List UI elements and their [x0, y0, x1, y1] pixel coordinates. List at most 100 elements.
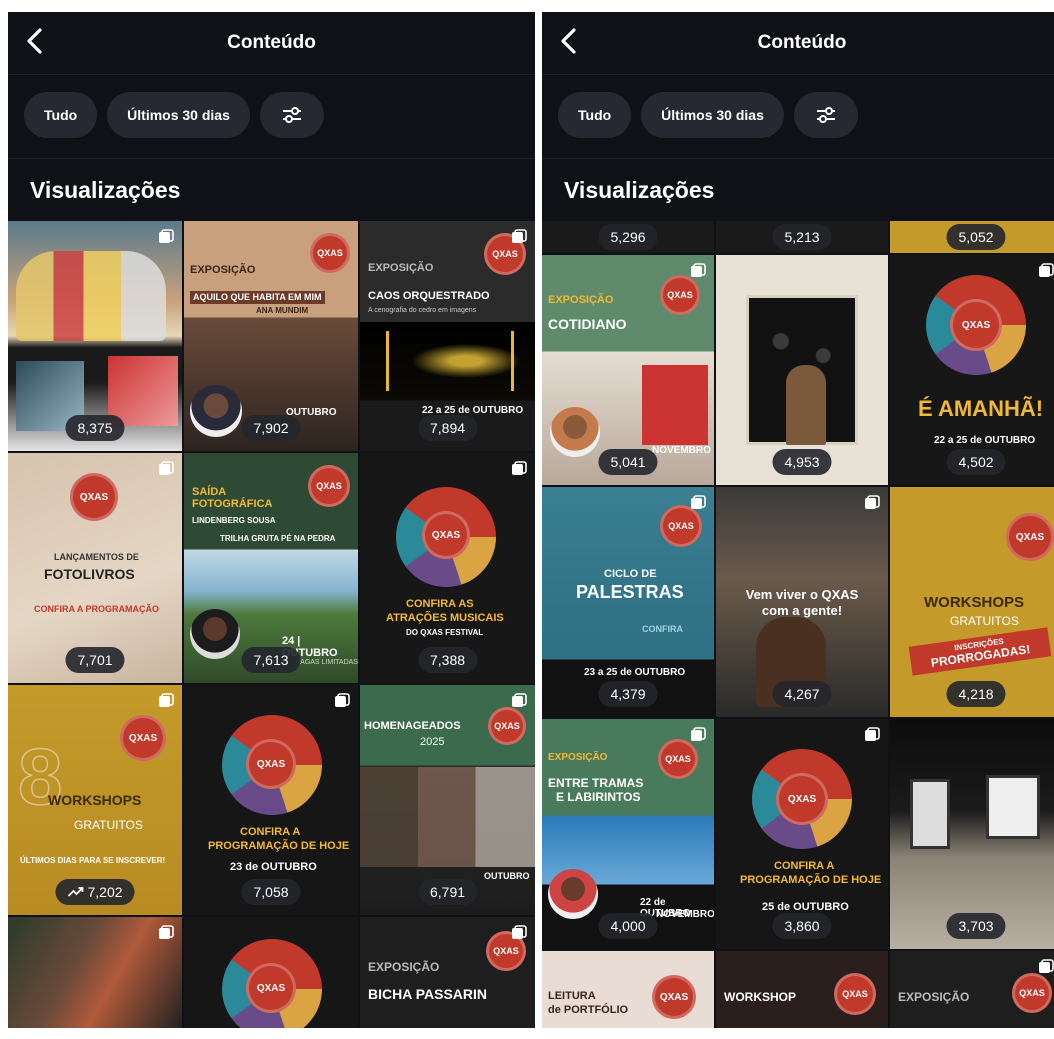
- tile-heading: ATRAÇÕES MUSICAIS: [386, 612, 504, 624]
- grid-tile[interactable]: QXAS: [184, 917, 358, 1028]
- grid-tile[interactable]: QXAS WORKSHOPS GRATUITOS INSCRIÇÕES PROR…: [890, 487, 1054, 717]
- tile-heading: Vem viver o QXAS com a gente!: [716, 587, 888, 618]
- tile-heading: 2025: [420, 736, 445, 748]
- tile-heading: EXPOSIÇÃO: [190, 264, 256, 276]
- view-count-badge: 5,041: [598, 449, 658, 475]
- grid-tile[interactable]: EXPOSIÇÃO AQUILO QUE HABITA EM MIM ANA M…: [184, 221, 358, 451]
- filter-range-chip[interactable]: Últimos 30 dias: [641, 92, 784, 138]
- tile-subheading: ANA MUNDIM: [256, 306, 309, 315]
- grid-tile[interactable]: QXAS É AMANHÃ! 22 a 25 de OUTUBRO 4,502: [890, 255, 1054, 485]
- view-count-badge: 4,000: [598, 913, 658, 939]
- tile-image: [786, 365, 826, 445]
- carousel-icon: [690, 495, 706, 511]
- grid-tile[interactable]: LEITURA de PORTFÓLIO QXAS: [542, 951, 714, 1028]
- grid-tile[interactable]: QXAS CONFIRA A PROGRAMAÇÃO DE HOJE 25 de…: [716, 719, 888, 949]
- qxas-logo: QXAS: [652, 975, 696, 1019]
- view-count-badge: 7,902: [241, 415, 301, 441]
- grid-tile[interactable]: 5,052: [890, 221, 1054, 253]
- view-count-badge: 5,052: [946, 224, 1006, 250]
- grid-tile[interactable]: Vem viver o QXAS com a gente! 4,267: [716, 487, 888, 717]
- tile-heading: COTIDIANO: [548, 316, 627, 332]
- grid-tile[interactable]: EXPOSIÇÃO CAOS ORQUESTRADO A cenografia …: [360, 221, 535, 451]
- carousel-icon: [864, 727, 880, 743]
- view-count-badge: 3,703: [946, 913, 1006, 939]
- grid-tile[interactable]: 5,213: [716, 221, 888, 253]
- grid-tile[interactable]: WORKSHOP QXAS: [716, 951, 888, 1028]
- grid-tile[interactable]: EXPOSIÇÃO ENTRE TRAMAS E LABIRINTOS QXAS…: [542, 719, 714, 949]
- grid-tile[interactable]: QXAS CONFIRA A PROGRAMAÇÃO DE HOJE 23 de…: [184, 685, 358, 915]
- tile-heading: PALESTRAS: [576, 582, 684, 602]
- view-count-badge: 7,202: [55, 879, 135, 905]
- qxas-logo: QXAS: [422, 511, 470, 559]
- grid-tile[interactable]: [8, 917, 182, 1028]
- view-count-badge: 6,791: [417, 879, 478, 905]
- view-count-badge: 7,613: [241, 647, 301, 673]
- grid-tile[interactable]: SAÍDA FOTOGRÁFICA LINDENBERG SOUSA TRILH…: [184, 453, 358, 683]
- carousel-icon: [511, 925, 527, 941]
- tile-subheading: CONFIRA A PROGRAMAÇÃO: [34, 604, 159, 614]
- grid-tile[interactable]: 5,296: [542, 221, 714, 253]
- tile-subheading: CONFIRA: [642, 624, 683, 634]
- qxas-logo: QXAS: [246, 739, 296, 789]
- filter-settings-icon[interactable]: [793, 92, 858, 138]
- grid-tile[interactable]: HOMENAGEADOS 2025 QXAS OUTUBRO 6,791: [360, 685, 535, 915]
- tile-heading: de PORTFÓLIO: [548, 1004, 629, 1016]
- avatar: [548, 869, 598, 919]
- tile-heading: WORKSHOP: [724, 990, 796, 1004]
- back-icon[interactable]: [22, 26, 48, 56]
- divider: [542, 74, 1054, 75]
- filter-all-chip[interactable]: Tudo: [24, 92, 98, 138]
- grid-tile[interactable]: EXPOSIÇÃO QXAS: [890, 951, 1054, 1028]
- carousel-icon: [334, 693, 350, 709]
- qxas-logo: QXAS: [120, 715, 166, 761]
- filter-all-chip[interactable]: Tudo: [558, 92, 632, 138]
- carousel-icon: [1038, 959, 1054, 975]
- view-count-badge: 3,860: [772, 913, 832, 939]
- tile-date: OUTUBRO: [484, 871, 530, 881]
- qxas-logo: QXAS: [246, 963, 296, 1013]
- tile-heading: CONFIRA AS: [406, 598, 474, 610]
- grid-tile[interactable]: 8 QXAS WORKSHOPS GRATUITOS ÚLTIMOS DIAS …: [8, 685, 182, 915]
- view-count-badge: 5,296: [598, 224, 658, 250]
- carousel-icon: [690, 727, 706, 743]
- tile-note: VAGAS LIMITADAS: [296, 659, 358, 666]
- view-count-badge: 4,218: [946, 681, 1006, 707]
- tile-heading: SAÍDA FOTOGRÁFICA: [192, 486, 273, 510]
- tile-heading: HOMENAGEADOS: [364, 720, 461, 732]
- carousel-icon: [511, 229, 527, 245]
- grid-tile[interactable]: QXAS CICLO DE PALESTRAS CONFIRA 23 a 25 …: [542, 487, 714, 717]
- grid-tile[interactable]: QXAS LANÇAMENTOS DE FOTOLIVROS CONFIRA A…: [8, 453, 182, 683]
- view-count-badge: 7,058: [241, 879, 301, 905]
- tile-heading: GRATUITOS: [74, 818, 143, 832]
- view-count: 7,202: [87, 884, 123, 900]
- divider: [8, 74, 535, 75]
- header: Conteúdo: [8, 12, 535, 74]
- carousel-icon: [511, 693, 527, 709]
- tile-date: 23 de OUTUBRO: [230, 861, 317, 873]
- tile-heading: LANÇAMENTOS DE: [54, 552, 139, 562]
- tile-subheading: DO QXAS FESTIVAL: [406, 628, 484, 637]
- grid-tile[interactable]: 4,953: [716, 255, 888, 485]
- page-title: Conteúdo: [757, 32, 847, 53]
- tile-image: [370, 331, 530, 391]
- tile-subheading: ÚLTIMOS DIAS PARA SE INSCREVER!: [20, 856, 166, 865]
- carousel-icon: [511, 461, 527, 477]
- filter-bar: Tudo Últimos 30 dias: [558, 92, 858, 138]
- filter-range-chip[interactable]: Últimos 30 dias: [107, 92, 250, 138]
- carousel-icon: [864, 495, 880, 511]
- tile-heading: CICLO DE: [604, 568, 657, 580]
- view-count-badge: 5,213: [772, 224, 832, 250]
- back-icon[interactable]: [556, 26, 582, 56]
- view-count-badge: 4,953: [772, 449, 832, 475]
- grid-tile[interactable]: QXAS CONFIRA AS ATRAÇÕES MUSICAIS DO QXA…: [360, 453, 535, 683]
- avatar: [190, 385, 242, 437]
- qxas-logo: QXAS: [834, 973, 876, 1015]
- grid-tile[interactable]: EXPOSIÇÃO BICHA PASSARIN QXAS: [360, 917, 535, 1028]
- tile-heading: WORKSHOPS: [48, 792, 142, 808]
- grid-tile[interactable]: 8,375: [8, 221, 182, 451]
- grid-tile[interactable]: EXPOSIÇÃO COTIDIANO QXAS NOVEMBRO 5,041: [542, 255, 714, 485]
- tile-image: [910, 779, 950, 849]
- grid-tile[interactable]: 3,703: [890, 719, 1054, 949]
- tile-image: [642, 365, 708, 445]
- filter-settings-icon[interactable]: [259, 92, 324, 138]
